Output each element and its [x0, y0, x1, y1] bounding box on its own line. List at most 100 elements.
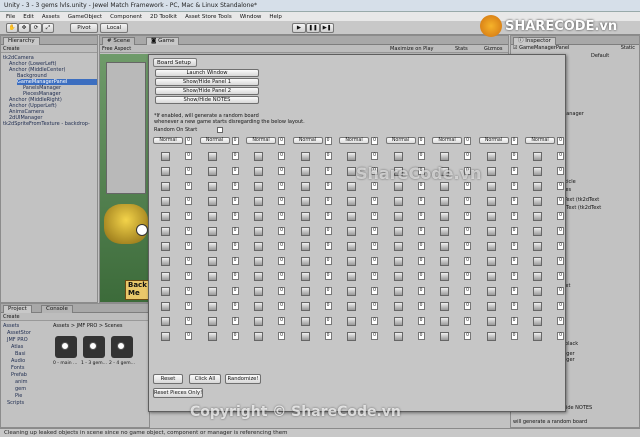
cell-value-field[interactable]: 0 [324, 317, 332, 325]
cell-value-field[interactable]: 0 [278, 137, 285, 145]
cell-value-field[interactable]: 0 [557, 257, 564, 265]
cell-value-field[interactable]: 0 [231, 137, 239, 145]
cell-piece-thumbnail[interactable] [440, 182, 449, 191]
cell-piece-thumbnail[interactable] [533, 197, 542, 206]
cell-piece-thumbnail[interactable] [300, 152, 310, 161]
cell-piece-thumbnail[interactable] [440, 227, 449, 236]
menu-assetstore-tools[interactable]: Asset Store Tools [185, 14, 232, 20]
cell-value-field[interactable]: 0 [557, 137, 564, 145]
object-name-field[interactable]: GameManagerPanel [519, 45, 569, 51]
cell-value-field[interactable]: 0 [417, 242, 425, 250]
cell-value-field[interactable]: 0 [371, 332, 378, 340]
cell-type-button[interactable]: Normal [339, 137, 369, 144]
cell-value-field[interactable]: 0 [371, 182, 378, 190]
cell-piece-thumbnail[interactable] [300, 242, 310, 251]
cell-value-field[interactable]: 0 [464, 197, 471, 205]
cell-piece-thumbnail[interactable] [393, 197, 403, 206]
cell-value-field[interactable]: 0 [464, 317, 471, 325]
cell-value-field[interactable]: 0 [278, 182, 285, 190]
cell-piece-thumbnail[interactable] [347, 197, 356, 206]
cell-piece-thumbnail[interactable] [486, 302, 496, 311]
cell-piece-thumbnail[interactable] [533, 257, 542, 266]
cell-piece-thumbnail[interactable] [486, 242, 496, 251]
cell-value-field[interactable]: 0 [231, 227, 239, 235]
cell-value-field[interactable]: 0 [371, 242, 378, 250]
play-button[interactable]: ▶ [292, 23, 306, 33]
gizmos-dropdown[interactable]: Gizmos [484, 45, 502, 53]
cell-piece-thumbnail[interactable] [486, 182, 496, 191]
cell-piece-thumbnail[interactable] [440, 332, 449, 341]
menu-2dtoolkit[interactable]: 2D Toolkit [150, 14, 177, 20]
cell-piece-thumbnail[interactable] [161, 242, 170, 251]
cell-value-field[interactable]: 0 [417, 257, 425, 265]
cell-piece-thumbnail[interactable] [347, 257, 356, 266]
cell-piece-thumbnail[interactable] [347, 167, 356, 176]
tab-project[interactable]: Project [3, 305, 32, 313]
cell-piece-thumbnail[interactable] [207, 212, 217, 221]
cell-piece-thumbnail[interactable] [207, 257, 217, 266]
cell-value-field[interactable]: 0 [324, 167, 332, 175]
cell-value-field[interactable]: 0 [324, 272, 332, 280]
project-tree-item[interactable]: anim [15, 379, 28, 385]
cell-value-field[interactable]: 0 [464, 257, 471, 265]
cell-piece-thumbnail[interactable] [207, 287, 217, 296]
cell-value-field[interactable]: 0 [185, 212, 192, 220]
cell-value-field[interactable]: 0 [371, 272, 378, 280]
cell-value-field[interactable]: 0 [185, 152, 192, 160]
cell-value-field[interactable]: 0 [371, 197, 378, 205]
cell-piece-thumbnail[interactable] [486, 212, 496, 221]
maximize-on-play-toggle[interactable]: Maximize on Play [390, 45, 434, 53]
cell-piece-thumbnail[interactable] [486, 227, 496, 236]
project-tree-item[interactable]: Pie [15, 393, 22, 399]
cell-value-field[interactable]: 0 [557, 182, 564, 190]
cell-piece-thumbnail[interactable] [300, 302, 310, 311]
menu-window[interactable]: Window [240, 14, 262, 20]
cell-value-field[interactable]: 0 [185, 272, 192, 280]
cell-value-field[interactable]: 0 [464, 227, 471, 235]
cell-piece-thumbnail[interactable] [533, 167, 542, 176]
local-toggle[interactable]: Local [100, 23, 128, 33]
layer-dropdown[interactable]: Default [591, 53, 609, 60]
cell-value-field[interactable]: 0 [510, 167, 518, 175]
cell-value-field[interactable]: 0 [464, 272, 471, 280]
project-tree-item[interactable]: JMF PRO [7, 337, 28, 343]
tab-game[interactable]: ◙ Game [146, 37, 180, 45]
cell-piece-thumbnail[interactable] [207, 272, 217, 281]
cell-value-field[interactable]: 0 [278, 287, 285, 295]
cell-value-field[interactable]: 0 [417, 272, 425, 280]
cell-piece-thumbnail[interactable] [347, 287, 356, 296]
cell-value-field[interactable]: 0 [510, 227, 518, 235]
cell-value-field[interactable]: 0 [464, 242, 471, 250]
unity-scene-icon[interactable] [111, 336, 133, 358]
project-create-button[interactable]: Create [3, 314, 20, 320]
cell-value-field[interactable]: 0 [231, 332, 239, 340]
cell-value-field[interactable]: 0 [464, 287, 471, 295]
cell-piece-thumbnail[interactable] [254, 257, 263, 266]
cell-piece-thumbnail[interactable] [161, 167, 170, 176]
cell-piece-thumbnail[interactable] [300, 182, 310, 191]
cell-value-field[interactable]: 0 [371, 257, 378, 265]
cell-piece-thumbnail[interactable] [254, 302, 263, 311]
cell-value-field[interactable]: 0 [231, 197, 239, 205]
cell-piece-thumbnail[interactable] [254, 242, 263, 251]
cell-piece-thumbnail[interactable] [254, 272, 263, 281]
cell-piece-thumbnail[interactable] [533, 227, 542, 236]
cell-value-field[interactable]: 0 [324, 227, 332, 235]
cell-piece-thumbnail[interactable] [440, 272, 449, 281]
cell-value-field[interactable]: 0 [417, 332, 425, 340]
hierarchy-create-button[interactable]: Create [3, 46, 20, 52]
cell-value-field[interactable]: 0 [278, 302, 285, 310]
cell-piece-thumbnail[interactable] [440, 317, 449, 326]
cell-value-field[interactable]: 0 [557, 197, 564, 205]
cell-piece-thumbnail[interactable] [254, 227, 263, 236]
unity-scene-icon[interactable] [55, 336, 77, 358]
cell-value-field[interactable]: 0 [185, 317, 192, 325]
reset-button[interactable]: Reset [153, 374, 183, 384]
cell-piece-thumbnail[interactable] [161, 227, 170, 236]
cell-piece-thumbnail[interactable] [207, 197, 217, 206]
cell-value-field[interactable]: 0 [464, 182, 471, 190]
cell-value-field[interactable]: 0 [417, 317, 425, 325]
cell-value-field[interactable]: 0 [510, 197, 518, 205]
cell-value-field[interactable]: 0 [324, 182, 332, 190]
cell-value-field[interactable]: 0 [324, 197, 332, 205]
